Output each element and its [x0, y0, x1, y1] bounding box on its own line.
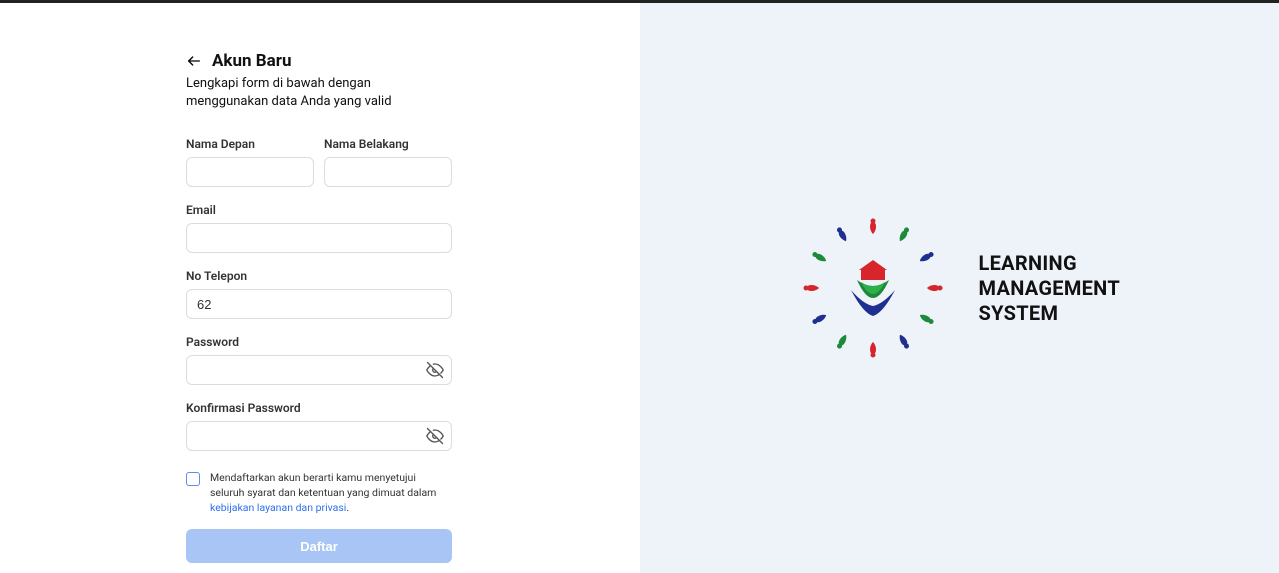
signup-form: Akun Baru Lengkapi form di bawah dengan … — [186, 51, 452, 563]
field-email: Email — [186, 203, 452, 253]
email-input[interactable] — [186, 223, 452, 253]
page-subtitle: Lengkapi form di bawah dengan menggunaka… — [186, 75, 452, 111]
back-arrow-icon[interactable] — [186, 53, 202, 69]
consent-checkbox[interactable] — [186, 472, 200, 486]
field-phone: No Telepon — [186, 269, 452, 319]
consent-text-before: Mendaftarkan akun berarti kamu menyetuju… — [210, 471, 436, 499]
field-password: Password — [186, 335, 452, 385]
label-password: Password — [186, 335, 452, 349]
field-first-name: Nama Depan — [186, 137, 314, 187]
label-email: Email — [186, 203, 452, 217]
signup-panel: Akun Baru Lengkapi form di bawah dengan … — [0, 3, 640, 573]
consent-row: Mendaftarkan akun berarti kamu menyetuju… — [186, 471, 452, 515]
page-title: Akun Baru — [212, 51, 291, 71]
first-name-input[interactable] — [186, 157, 314, 187]
brand-panel: LEARNING MANAGEMENT SYSTEM — [640, 3, 1279, 573]
brand-title: LEARNING MANAGEMENT SYSTEM — [978, 251, 1120, 326]
brand-line-1: LEARNING — [978, 251, 1120, 276]
label-phone: No Telepon — [186, 269, 452, 283]
label-first-name: Nama Depan — [186, 137, 314, 151]
field-last-name: Nama Belakang — [324, 137, 452, 187]
form-header: Akun Baru Lengkapi form di bawah dengan … — [186, 51, 452, 111]
eye-off-icon[interactable] — [426, 361, 444, 379]
brand-line-2: MANAGEMENT — [978, 276, 1120, 301]
last-name-input[interactable] — [324, 157, 452, 187]
policy-link[interactable]: kebijakan layanan dan privasi — [210, 501, 346, 514]
label-confirm-password: Konfirmasi Password — [186, 401, 452, 415]
confirm-password-input[interactable] — [186, 421, 452, 451]
field-confirm-password: Konfirmasi Password — [186, 401, 452, 451]
brand-line-3: SYSTEM — [978, 301, 1120, 326]
phone-input[interactable] — [186, 289, 452, 319]
consent-text: Mendaftarkan akun berarti kamu menyetuju… — [210, 471, 452, 515]
consent-text-after: . — [346, 501, 349, 514]
label-last-name: Nama Belakang — [324, 137, 452, 151]
brand-logo-icon — [798, 213, 948, 363]
password-input[interactable] — [186, 355, 452, 385]
eye-off-icon[interactable] — [426, 427, 444, 445]
submit-button[interactable]: Daftar — [186, 529, 452, 563]
